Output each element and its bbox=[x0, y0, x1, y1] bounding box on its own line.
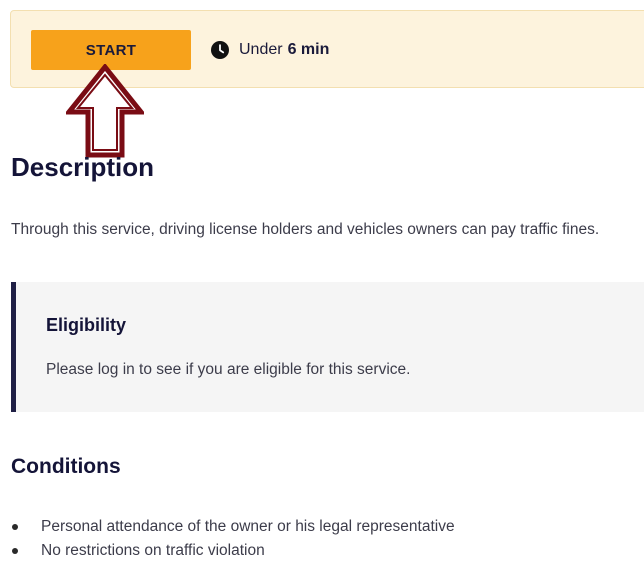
bullet-icon bbox=[12, 524, 18, 530]
conditions-list: Personal attendance of the owner or his … bbox=[11, 517, 455, 565]
condition-text: No restrictions on traffic violation bbox=[41, 542, 265, 559]
up-arrow-annotation bbox=[66, 64, 144, 158]
duration-value: 6 min bbox=[287, 41, 330, 58]
clock-icon bbox=[211, 41, 229, 59]
bullet-icon bbox=[12, 548, 18, 554]
duration-prefix: Under bbox=[239, 41, 283, 58]
description-text: Through this service, driving license ho… bbox=[11, 221, 600, 238]
description-title: Description bbox=[11, 152, 155, 182]
eligibility-text: Please log in to see if you are eligible… bbox=[46, 361, 411, 378]
eligibility-panel: Eligibility Please log in to see if you … bbox=[11, 282, 644, 412]
list-item: No restrictions on traffic violation bbox=[11, 541, 455, 565]
conditions-title: Conditions bbox=[11, 455, 121, 478]
service-duration: Under 6 min bbox=[211, 40, 329, 60]
eligibility-title: Eligibility bbox=[46, 315, 127, 335]
condition-text: Personal attendance of the owner or his … bbox=[41, 518, 455, 535]
list-item: Personal attendance of the owner or his … bbox=[11, 517, 455, 541]
